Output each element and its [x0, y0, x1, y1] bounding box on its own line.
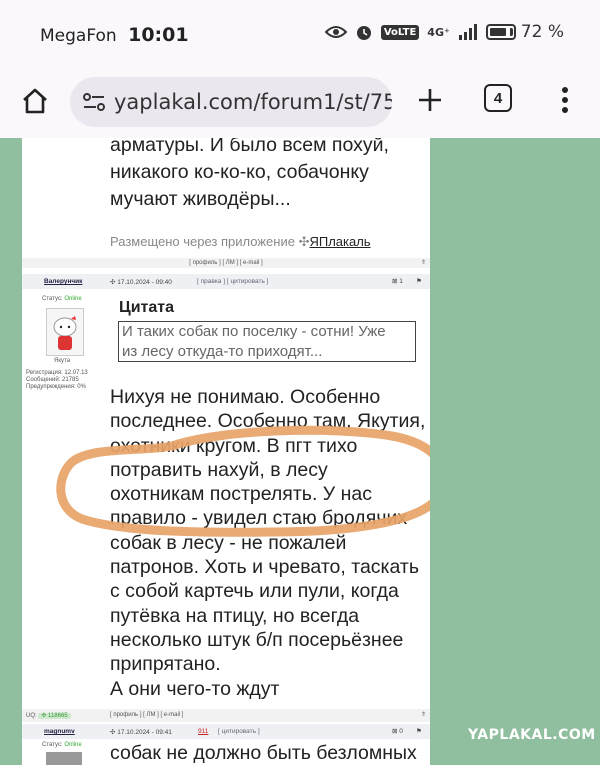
flag-icon[interactable]: ⚑ — [416, 727, 422, 735]
text-line: с собой картечь или пули, когда — [110, 580, 399, 603]
network-icon: 4G⁺ — [427, 25, 450, 39]
author-info: Статус: Online Якута Регистрация: 12.07.… — [22, 290, 94, 400]
url-bar[interactable]: yaplakal.com/forum1/st/75 — [70, 77, 392, 127]
post-header: Валерунчик ✣ 17.10.2024 - 09:40 [ правка… — [22, 274, 430, 289]
new-tab-button[interactable] — [410, 80, 450, 120]
plus-icon — [419, 89, 441, 111]
profile-links[interactable]: [ профиль ] [ ЛМ ] [ e-mail ] — [189, 260, 262, 266]
post-number[interactable]: 911 — [198, 728, 208, 735]
tab-switcher-button[interactable]: 4 — [484, 84, 512, 112]
quote-title: Цитата — [119, 299, 174, 316]
author-rank: Якута — [54, 358, 71, 364]
avatar[interactable] — [46, 308, 84, 356]
browser-toolbar: yaplakal.com/forum1/st/75 4 — [0, 68, 600, 138]
quote-line: И таких собак по поселку - сотни! Уже — [122, 323, 386, 340]
alarm-icon — [356, 26, 371, 40]
volte-icon: VoLTE — [380, 24, 420, 40]
author-status: Статус: Online — [42, 296, 82, 302]
post-actions[interactable]: [ правка ] [ цитировать ] — [197, 278, 268, 285]
to-top-icon[interactable]: ⇑ — [421, 711, 426, 718]
more-vert-icon — [562, 87, 568, 113]
status-left: MegaFon 10:01 — [40, 24, 189, 46]
registered: Регистрация: 12.07.13 — [26, 370, 88, 376]
profile-links-bar: [ профиль ] [ ЛМ ] [ e-mail ] ⇑ — [22, 258, 430, 268]
status-bar: MegaFon 10:01 VoLTE 4G⁺ 72 % — [0, 0, 600, 68]
next-post-body: собак не должно быть безломных — [110, 742, 417, 764]
next-post-author[interactable]: magnumv — [44, 728, 75, 735]
prev-post-text: арматуры. И было всем похуй, никакого ко… — [110, 138, 389, 213]
watermark: YAPLAKAL.COM — [468, 727, 596, 743]
post-date: ✣ 17.10.2024 - 09:40 — [110, 279, 172, 286]
text-line: Нихуя не понимаю. Особенно — [110, 386, 381, 408]
quote-box: И таких собак по поселку - сотни! Уже из… — [118, 321, 416, 362]
post-footer: UQ: ✣ 118665 [ профиль ] [ ЛМ ] [ e-mail… — [22, 709, 430, 722]
app-icon: ✣ — [298, 234, 310, 249]
text-line: несколько штук б/п посерьёзнее — [110, 628, 404, 651]
next-post-date-text: 17.10.2024 - 09:41 — [117, 729, 172, 736]
text-line: А они чего-то ждут — [110, 677, 280, 700]
url-text: yaplakal.com/forum1/st/75 — [114, 90, 392, 114]
text-line: путёвка на птицу, но всегда — [110, 604, 360, 627]
status-value: Online — [64, 296, 82, 302]
next-author-info: Статус: Online — [22, 740, 94, 765]
uq-score: UQ: ✣ 118665 — [26, 712, 71, 719]
signal-icon — [458, 24, 477, 40]
quote-line: из лесу откуда-то приходят... — [122, 343, 323, 360]
posted-via-label: Размещено через приложение — [110, 234, 299, 249]
next-post-date: ✣ 17.10.2024 - 09:41 — [110, 729, 172, 736]
profile-links[interactable]: [ профиль ] [ ЛМ ] [ e-mail ] — [110, 712, 183, 718]
status-value: Online — [64, 742, 82, 748]
status-right: VoLTE 4G⁺ 72 % — [324, 22, 564, 42]
battery-icon — [485, 24, 516, 40]
text-line: никакого ко-ко-ко, собачонку — [110, 161, 369, 183]
post-date-text: 17.10.2024 - 09:40 — [117, 279, 172, 286]
home-button[interactable] — [16, 82, 54, 120]
uq-value: 118665 — [48, 713, 68, 719]
app-link[interactable]: ЯПлакаль — [309, 234, 370, 249]
status-label: Статус: — [42, 296, 63, 302]
text-line: припрятано. — [110, 653, 221, 676]
battery-percent: 72 % — [520, 22, 564, 42]
site-settings-icon[interactable] — [82, 89, 106, 115]
report-icon[interactable]: ⊠ 1 — [392, 277, 403, 285]
eye-icon — [324, 26, 347, 38]
to-top-icon[interactable]: ⇑ — [421, 258, 426, 268]
battery-fill — [489, 28, 506, 36]
carrier-name: MegaFon — [40, 26, 117, 46]
warnings: Предупреждения: 0% — [26, 384, 86, 390]
flag-icon[interactable]: ⚑ — [416, 277, 422, 285]
highlight-ring — [56, 425, 430, 537]
report-icon[interactable]: ⊠ 0 — [392, 727, 403, 735]
uq-badge: ✣ 118665 — [38, 713, 71, 719]
next-author-status: Статус: Online — [42, 742, 82, 748]
menu-button[interactable] — [553, 82, 577, 118]
forum-page: арматуры. И было всем похуй, никакого ко… — [22, 138, 430, 765]
message-count: Сообщений: 21785 — [26, 377, 79, 383]
author-stats: Регистрация: 12.07.13 Сообщений: 21785 П… — [26, 370, 88, 391]
next-post-actions[interactable]: [ цитировать ] — [218, 728, 260, 735]
text-line: арматуры. И было всем похуй, — [110, 138, 389, 156]
next-post-header: magnumv ✣ 17.10.2024 - 09:41 911 [ цитир… — [22, 724, 430, 739]
text-line: мучают живодёры... — [110, 188, 291, 210]
text-line: патронов. Хоть и чревато, таскать — [110, 556, 420, 579]
clock: 10:01 — [128, 24, 189, 46]
post-author[interactable]: Валерунчик — [44, 278, 82, 285]
avatar[interactable] — [46, 752, 82, 765]
home-icon — [23, 88, 47, 114]
uq-label: UQ: — [26, 713, 37, 719]
posted-via: Размещено через приложение ✣ЯПлакаль — [110, 234, 371, 250]
status-label: Статус: — [42, 742, 63, 748]
